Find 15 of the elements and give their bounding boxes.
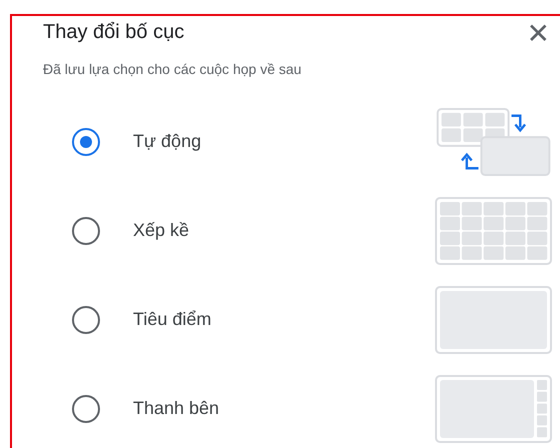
dialog-subtitle: Đã lưu lựa chọn cho các cuộc họp về sau	[43, 61, 302, 77]
option-label[interactable]: Tiêu điểm	[133, 309, 435, 330]
close-button[interactable]: ✕	[522, 18, 554, 50]
option-label[interactable]: Xếp kề	[133, 220, 435, 241]
radio-button[interactable]	[72, 128, 100, 156]
radio-button[interactable]	[72, 394, 100, 422]
dialog-title: Thay đổi bố cục	[43, 20, 186, 45]
option-label[interactable]: Tự động	[133, 131, 435, 152]
radio-button[interactable]	[72, 306, 100, 334]
auto-layout-icon	[435, 108, 552, 176]
sidebar-layout-icon	[435, 374, 552, 442]
spotlight-layout-icon	[435, 286, 552, 354]
radio-button[interactable]	[72, 216, 100, 244]
grid-layout-icon	[435, 196, 552, 264]
option-label[interactable]: Thanh bên	[133, 398, 435, 419]
